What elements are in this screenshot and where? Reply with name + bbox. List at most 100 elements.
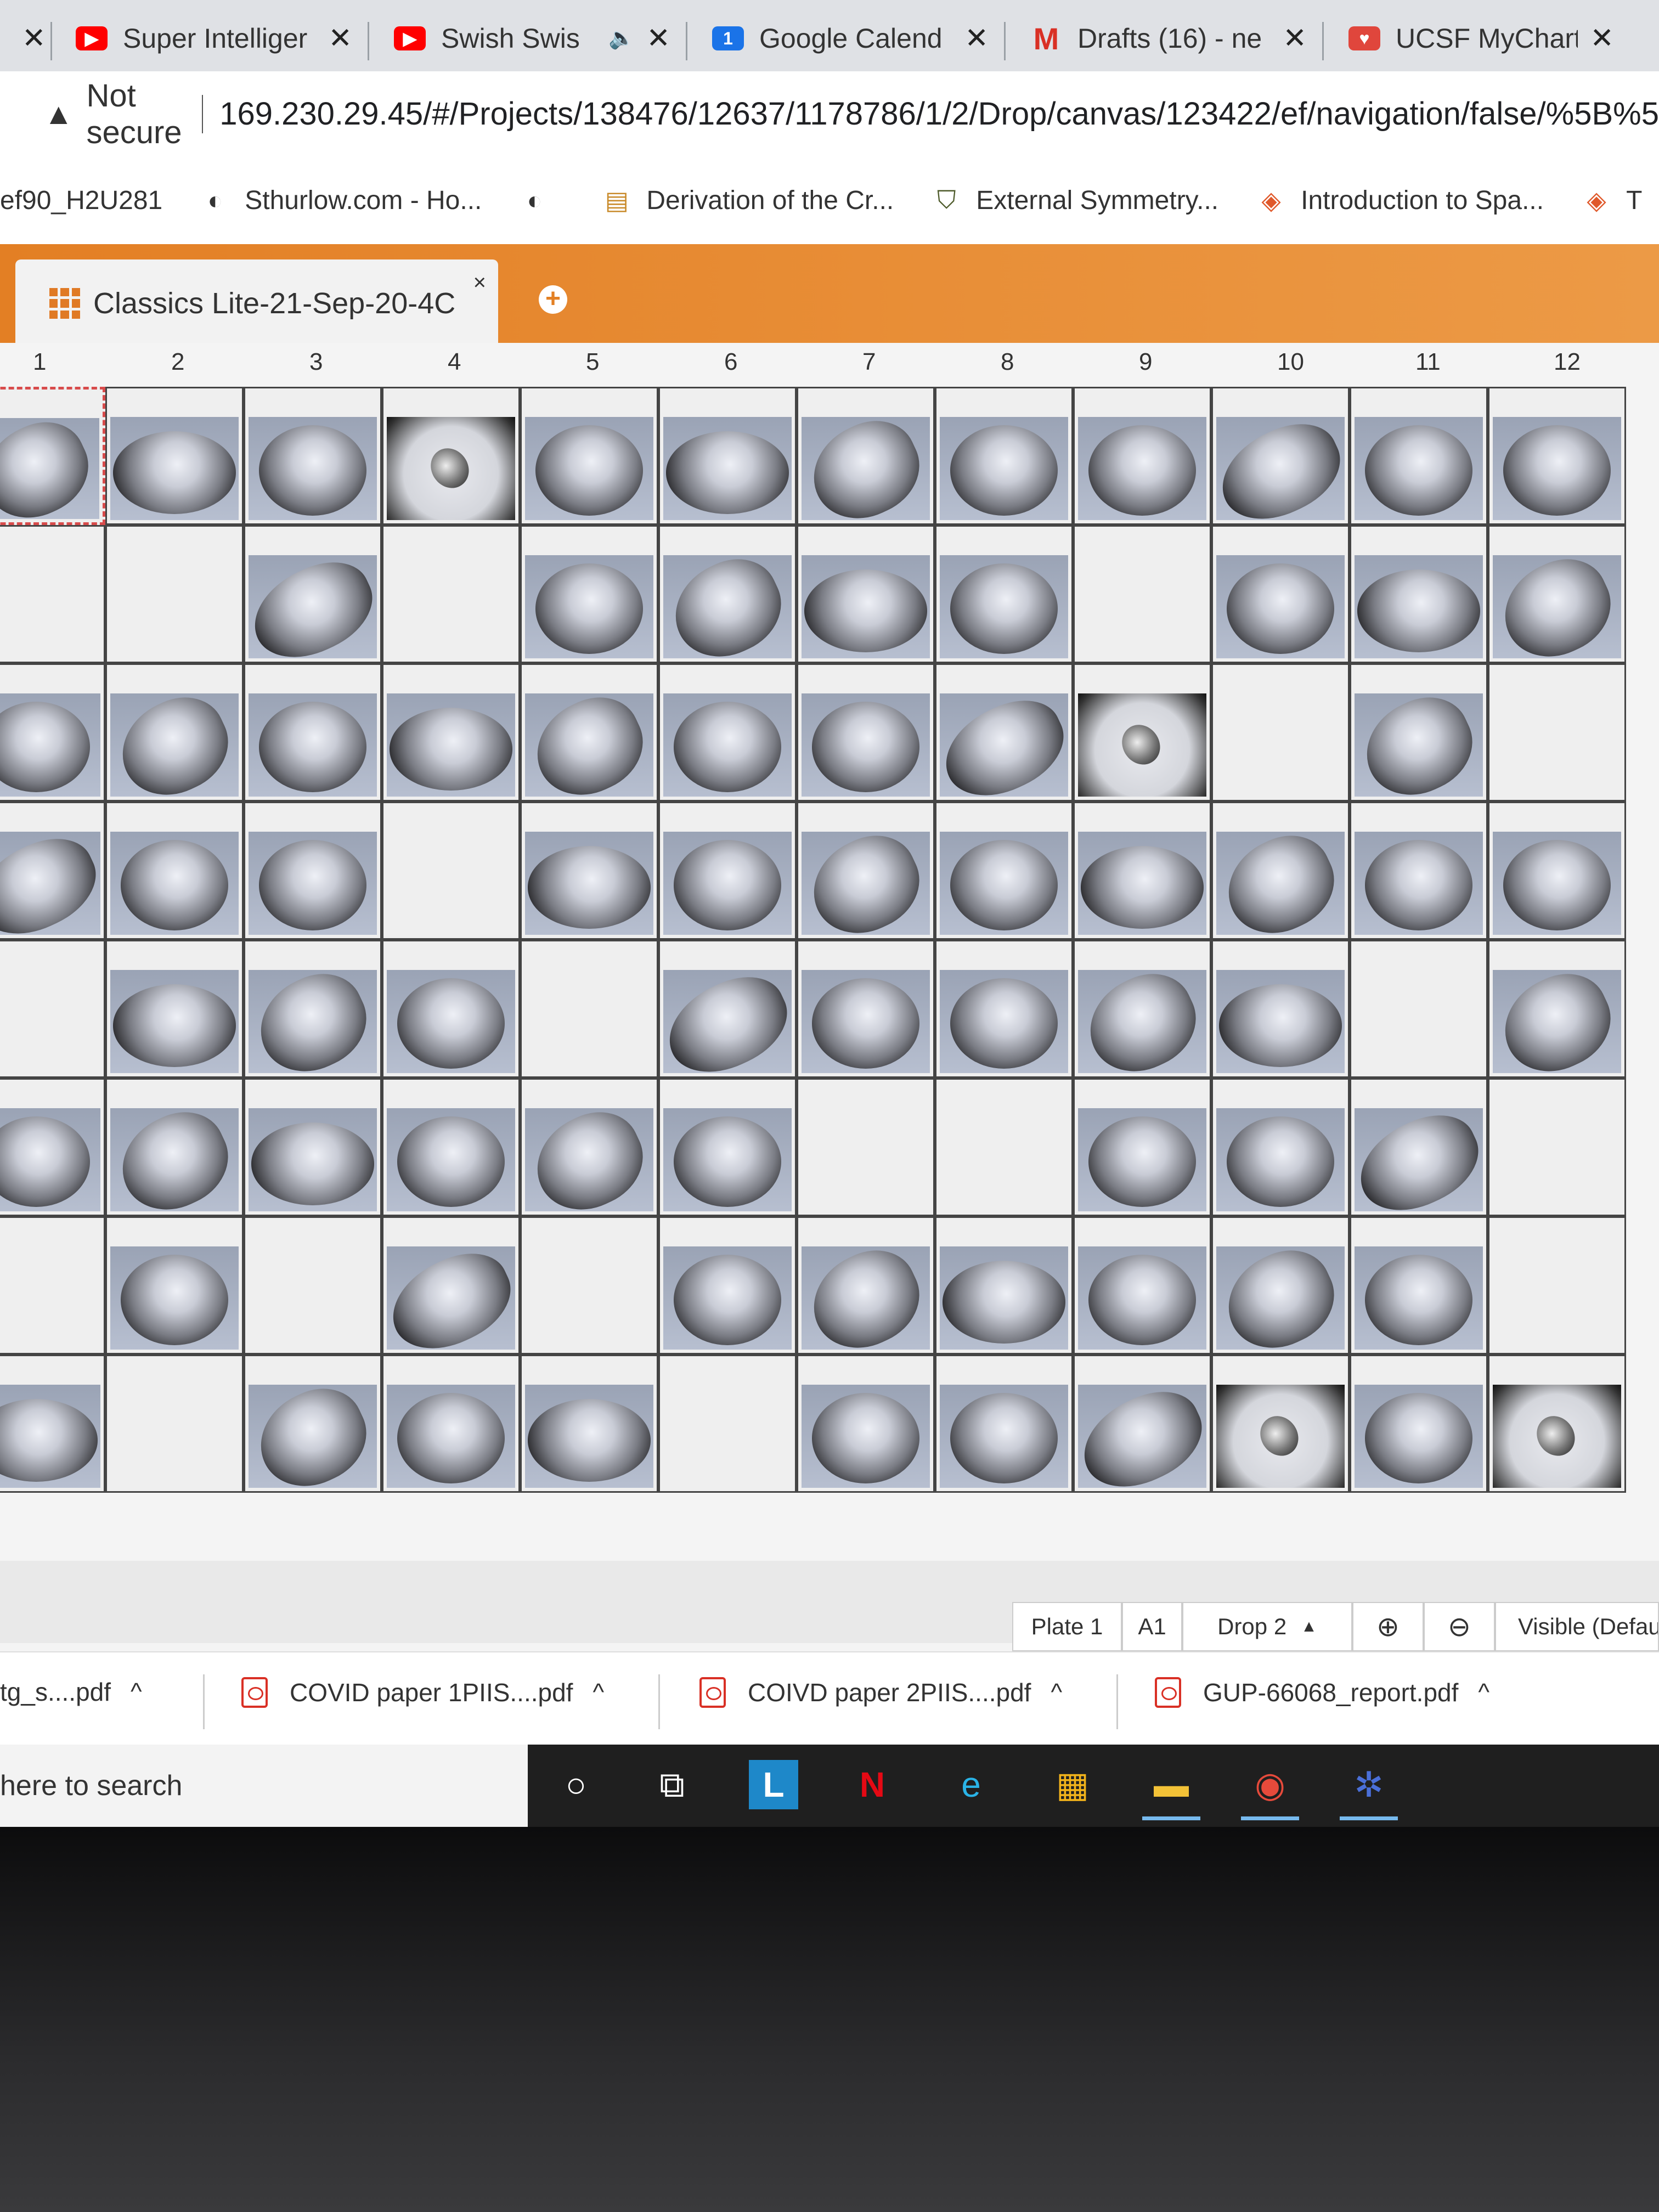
plate-well[interactable] [0, 1078, 105, 1216]
browser-tab-3[interactable]: 1 Google Calend ✕ [697, 8, 1004, 69]
plate-well[interactable] [105, 1216, 244, 1355]
partial-tab-close[interactable]: ✕ [0, 8, 46, 69]
plate-well[interactable] [658, 525, 797, 663]
plate-well[interactable] [0, 525, 105, 663]
plate-well[interactable] [0, 663, 105, 802]
plate-well[interactable] [244, 663, 382, 802]
plate-well[interactable] [1073, 525, 1211, 663]
plate-well[interactable] [520, 1216, 658, 1355]
cortana-icon[interactable]: ○ [551, 1760, 601, 1809]
bookmark-item[interactable]: ⛉ External Symmetry... [932, 185, 1218, 216]
plate-well[interactable] [1073, 1216, 1211, 1355]
plate-well[interactable] [520, 387, 658, 525]
audio-icon[interactable]: 🔈 [608, 26, 634, 50]
file-explorer-icon[interactable]: ▬ [1142, 1760, 1200, 1820]
bookmark-item[interactable]: ◐ [520, 186, 564, 215]
plate-well[interactable] [1350, 1216, 1488, 1355]
plate-well[interactable] [935, 387, 1073, 525]
address-bar[interactable]: ▲ Not secure 169.230.29.45/#/Projects/13… [0, 71, 1659, 156]
plate-well[interactable] [1350, 663, 1488, 802]
plate-well[interactable] [935, 525, 1073, 663]
plate-well[interactable] [382, 387, 520, 525]
close-icon[interactable]: ✕ [22, 22, 46, 55]
plate-well[interactable] [520, 1355, 658, 1493]
plate-well[interactable] [244, 940, 382, 1078]
bookmark-item[interactable]: ef90_H2U281 [0, 185, 162, 216]
plate-well[interactable] [1073, 387, 1211, 525]
close-icon[interactable]: ✕ [1590, 22, 1614, 55]
plate-well[interactable] [105, 802, 244, 940]
chevron-up-icon[interactable]: ^ [1051, 1679, 1062, 1706]
plate-well[interactable] [244, 1355, 382, 1493]
plate-well[interactable] [1211, 1078, 1350, 1216]
plate-well[interactable] [1488, 940, 1626, 1078]
bookmark-item[interactable]: ◈ Introduction to Spa... [1257, 185, 1544, 216]
download-item[interactable]: tg_s....pdf ^ [0, 1677, 142, 1707]
plate-well[interactable] [1350, 802, 1488, 940]
plate-well[interactable] [1350, 1355, 1488, 1493]
plate-well[interactable] [1211, 663, 1350, 802]
download-item[interactable]: GUP-66068_report.pdf ^ [1155, 1677, 1489, 1708]
plate-well[interactable] [658, 940, 797, 1078]
security-label[interactable]: Not secure [86, 77, 185, 151]
plate-well[interactable] [0, 1355, 105, 1493]
plate-well[interactable] [0, 940, 105, 1078]
plate-well[interactable] [520, 1078, 658, 1216]
plate-well[interactable] [244, 1078, 382, 1216]
plate-well[interactable] [935, 802, 1073, 940]
plate-well[interactable] [1488, 1216, 1626, 1355]
plate-well[interactable] [1073, 663, 1211, 802]
plate-well[interactable] [935, 940, 1073, 1078]
plate-well[interactable] [1211, 525, 1350, 663]
warning-icon[interactable]: ▲ [44, 97, 73, 131]
plate-well[interactable] [244, 525, 382, 663]
plate-well[interactable] [1073, 1355, 1211, 1493]
plate-well[interactable] [1488, 1355, 1626, 1493]
plate-well[interactable] [1350, 1078, 1488, 1216]
plate-well[interactable] [382, 1355, 520, 1493]
plate-well[interactable] [797, 1078, 935, 1216]
plate-well[interactable] [105, 663, 244, 802]
plate-well[interactable] [520, 802, 658, 940]
tab-plate-view[interactable]: Classics Lite-21-Sep-20-4C × [15, 259, 498, 347]
plate-well[interactable] [1073, 1078, 1211, 1216]
plate-selector[interactable]: Plate 1 [1012, 1602, 1122, 1651]
add-tab-icon[interactable]: + [539, 285, 567, 314]
close-icon[interactable]: ✕ [1283, 22, 1307, 55]
plate-well[interactable] [382, 802, 520, 940]
plate-well[interactable] [105, 525, 244, 663]
plate-well[interactable] [382, 1078, 520, 1216]
plate-well[interactable] [520, 663, 658, 802]
plate-well[interactable] [244, 387, 382, 525]
plate-well[interactable] [105, 1355, 244, 1493]
download-item[interactable]: COIVD paper 2PIIS....pdf ^ [699, 1677, 1062, 1708]
plate-well[interactable] [1488, 387, 1626, 525]
plate-well[interactable] [244, 1216, 382, 1355]
plate-well[interactable] [658, 387, 797, 525]
plate-well[interactable] [1073, 940, 1211, 1078]
chevron-up-icon[interactable]: ^ [131, 1678, 142, 1706]
bookmark-item[interactable]: ▤ Derivation of the Cr... [602, 185, 894, 216]
molecule-app-icon[interactable]: ✲ [1340, 1760, 1398, 1820]
plate-well[interactable] [105, 1078, 244, 1216]
plate-well[interactable] [797, 802, 935, 940]
zoom-out-button[interactable]: ⊖ [1424, 1602, 1495, 1651]
plate-well[interactable] [935, 1078, 1073, 1216]
browser-tab-5[interactable]: ♥ UCSF MyChart ✕ [1333, 8, 1629, 69]
plate-well[interactable] [1211, 1355, 1350, 1493]
plate-well[interactable] [935, 1355, 1073, 1493]
plate-well[interactable] [797, 1216, 935, 1355]
plate-well[interactable] [520, 525, 658, 663]
well-selector[interactable]: A1 [1122, 1602, 1182, 1651]
plate-well[interactable] [658, 1078, 797, 1216]
plate-well[interactable] [0, 802, 105, 940]
plate-well[interactable] [1488, 525, 1626, 663]
plate-well[interactable] [0, 387, 105, 525]
plate-well[interactable] [935, 663, 1073, 802]
plate-well[interactable] [797, 663, 935, 802]
task-view-icon[interactable]: ⧉ [647, 1760, 697, 1809]
close-icon[interactable]: ✕ [328, 22, 352, 55]
chevron-up-icon[interactable]: ^ [1478, 1679, 1489, 1706]
bookmark-item[interactable]: ◈ T [1582, 185, 1642, 216]
plate-well[interactable] [1211, 940, 1350, 1078]
